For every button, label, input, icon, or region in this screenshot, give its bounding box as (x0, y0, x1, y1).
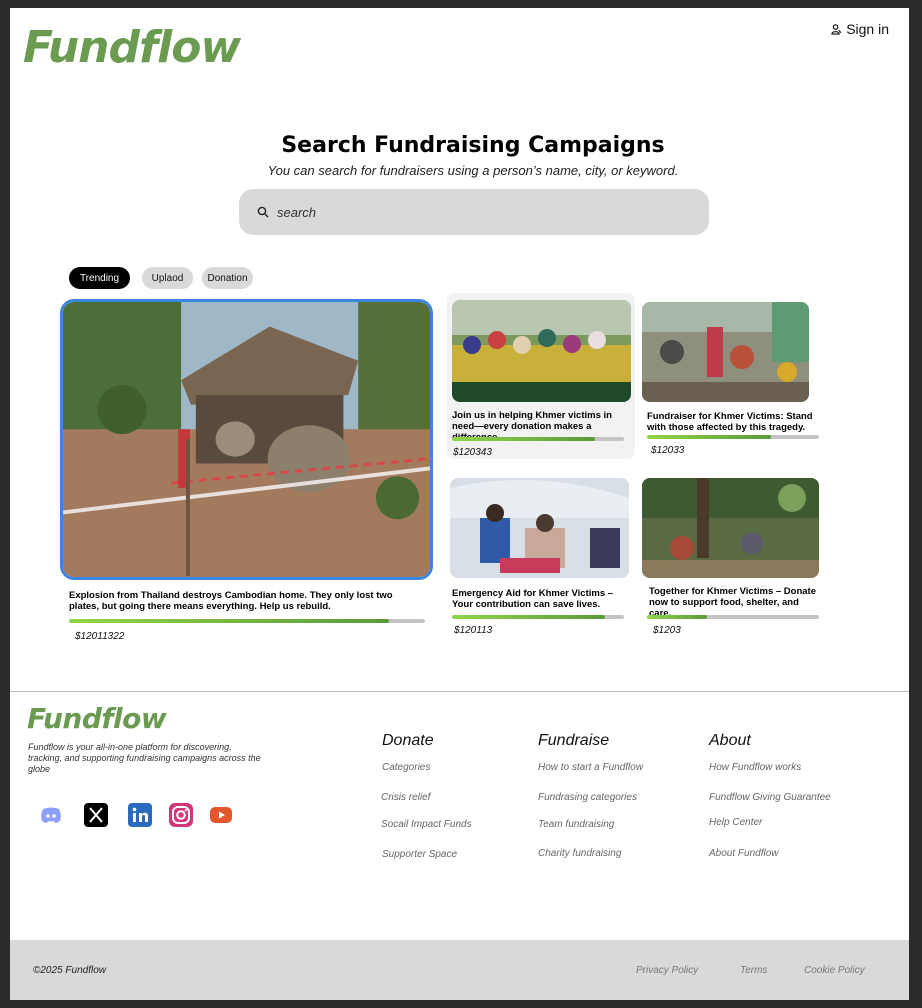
filter-trending[interactable]: Trending (69, 267, 130, 289)
footer-link[interactable]: Charity fundraising (538, 848, 621, 859)
campaign-amount: $12033 (651, 445, 685, 456)
footer-link[interactable]: About Fundflow (709, 848, 779, 859)
footer-heading-about: About (709, 732, 751, 749)
footer-link[interactable]: Fundflow Giving Guarantee (709, 792, 831, 803)
campaign-title: Explosion from Thailand destroys Cambodi… (69, 590, 393, 612)
progress-fill (452, 615, 606, 619)
campaign-image[interactable] (642, 478, 819, 578)
footer-link[interactable]: Fundrasing categories (538, 792, 637, 803)
campaign-image[interactable] (452, 300, 631, 402)
crowd-truck-image (452, 300, 631, 402)
page-subtitle: You can search for fundraisers using a p… (267, 163, 679, 178)
filter-donation[interactable]: Donation (202, 267, 253, 289)
footer-heading-fundraise: Fundraise (538, 732, 610, 749)
campaign-amount: $1203 (653, 625, 681, 636)
forest-camp-image (642, 478, 819, 578)
campaign-progress-bar (452, 437, 624, 441)
copyright: ©2025 Fundflow (33, 965, 106, 976)
campaign-amount: $120113 (454, 625, 493, 636)
footer-link[interactable]: Team fundraising (538, 819, 614, 830)
campaign-image[interactable] (60, 299, 433, 580)
campaign-title: Emergency Aid for Khmer Victims – Your c… (452, 588, 614, 610)
campaign-image[interactable] (450, 478, 629, 578)
footer-link[interactable]: Help Center (709, 817, 762, 828)
copyright-text: 2025 Fundflow (40, 965, 106, 976)
campaign-progress-bar (452, 615, 624, 619)
campaign-progress-bar (647, 435, 819, 439)
footer-link[interactable]: How to start a Fundflow (538, 762, 643, 773)
page: Fundflow Sign in Search Fundraising Camp… (10, 8, 909, 1000)
privacy-policy-link[interactable]: Privacy Policy (636, 965, 698, 976)
footer-link[interactable]: Supporter Space (382, 849, 457, 860)
house-ruins-image (63, 302, 430, 577)
aid-shelter-image (450, 478, 629, 578)
sign-in-label: Sign in (846, 21, 889, 37)
bottom-bar: ©2025 Fundflow Privacy Policy Terms Cook… (10, 940, 909, 1000)
cookie-policy-link[interactable]: Cookie Policy (804, 965, 865, 976)
progress-fill (647, 435, 771, 439)
footer-link[interactable]: Crisis relief (381, 792, 430, 803)
discord-icon[interactable] (39, 803, 63, 827)
search-input[interactable] (277, 204, 677, 220)
displaced-family-image (642, 302, 809, 402)
footer-link[interactable]: Socail Impact Funds (381, 819, 472, 830)
x-icon[interactable] (84, 803, 108, 827)
campaign-amount: $120343 (453, 447, 492, 458)
terms-link[interactable]: Terms (740, 965, 767, 976)
footer-logo[interactable]: Fundflow (27, 702, 167, 735)
footer-link[interactable]: Categories (382, 762, 430, 773)
campaign-image[interactable] (642, 302, 809, 402)
footer-description: Fundflow is your all-in-one platform for… (28, 742, 261, 774)
youtube-icon[interactable] (209, 803, 233, 827)
user-icon (831, 23, 842, 35)
campaign-title: Fundraiser for Khmer Victims: Stand with… (647, 411, 813, 433)
campaign-progress-bar (647, 615, 819, 619)
search-bar[interactable] (239, 189, 709, 235)
search-icon (257, 206, 269, 218)
linkedin-icon[interactable] (128, 803, 152, 827)
brand-logo[interactable]: Fundflow (23, 22, 241, 73)
campaign-amount: $12011322 (75, 631, 125, 642)
filter-upload[interactable]: Uplaod (142, 267, 193, 289)
footer-link[interactable]: How Fundflow works (709, 762, 801, 773)
instagram-icon[interactable] (169, 803, 193, 827)
footer-divider (10, 691, 909, 692)
campaign-progress-bar (69, 619, 425, 623)
progress-fill (69, 619, 390, 623)
footer-heading-donate: Donate (382, 732, 434, 749)
page-title: Search Fundraising Campaigns (281, 133, 665, 158)
sign-in-link[interactable]: Sign in (831, 21, 889, 37)
progress-fill (647, 615, 708, 619)
progress-fill (452, 437, 595, 441)
